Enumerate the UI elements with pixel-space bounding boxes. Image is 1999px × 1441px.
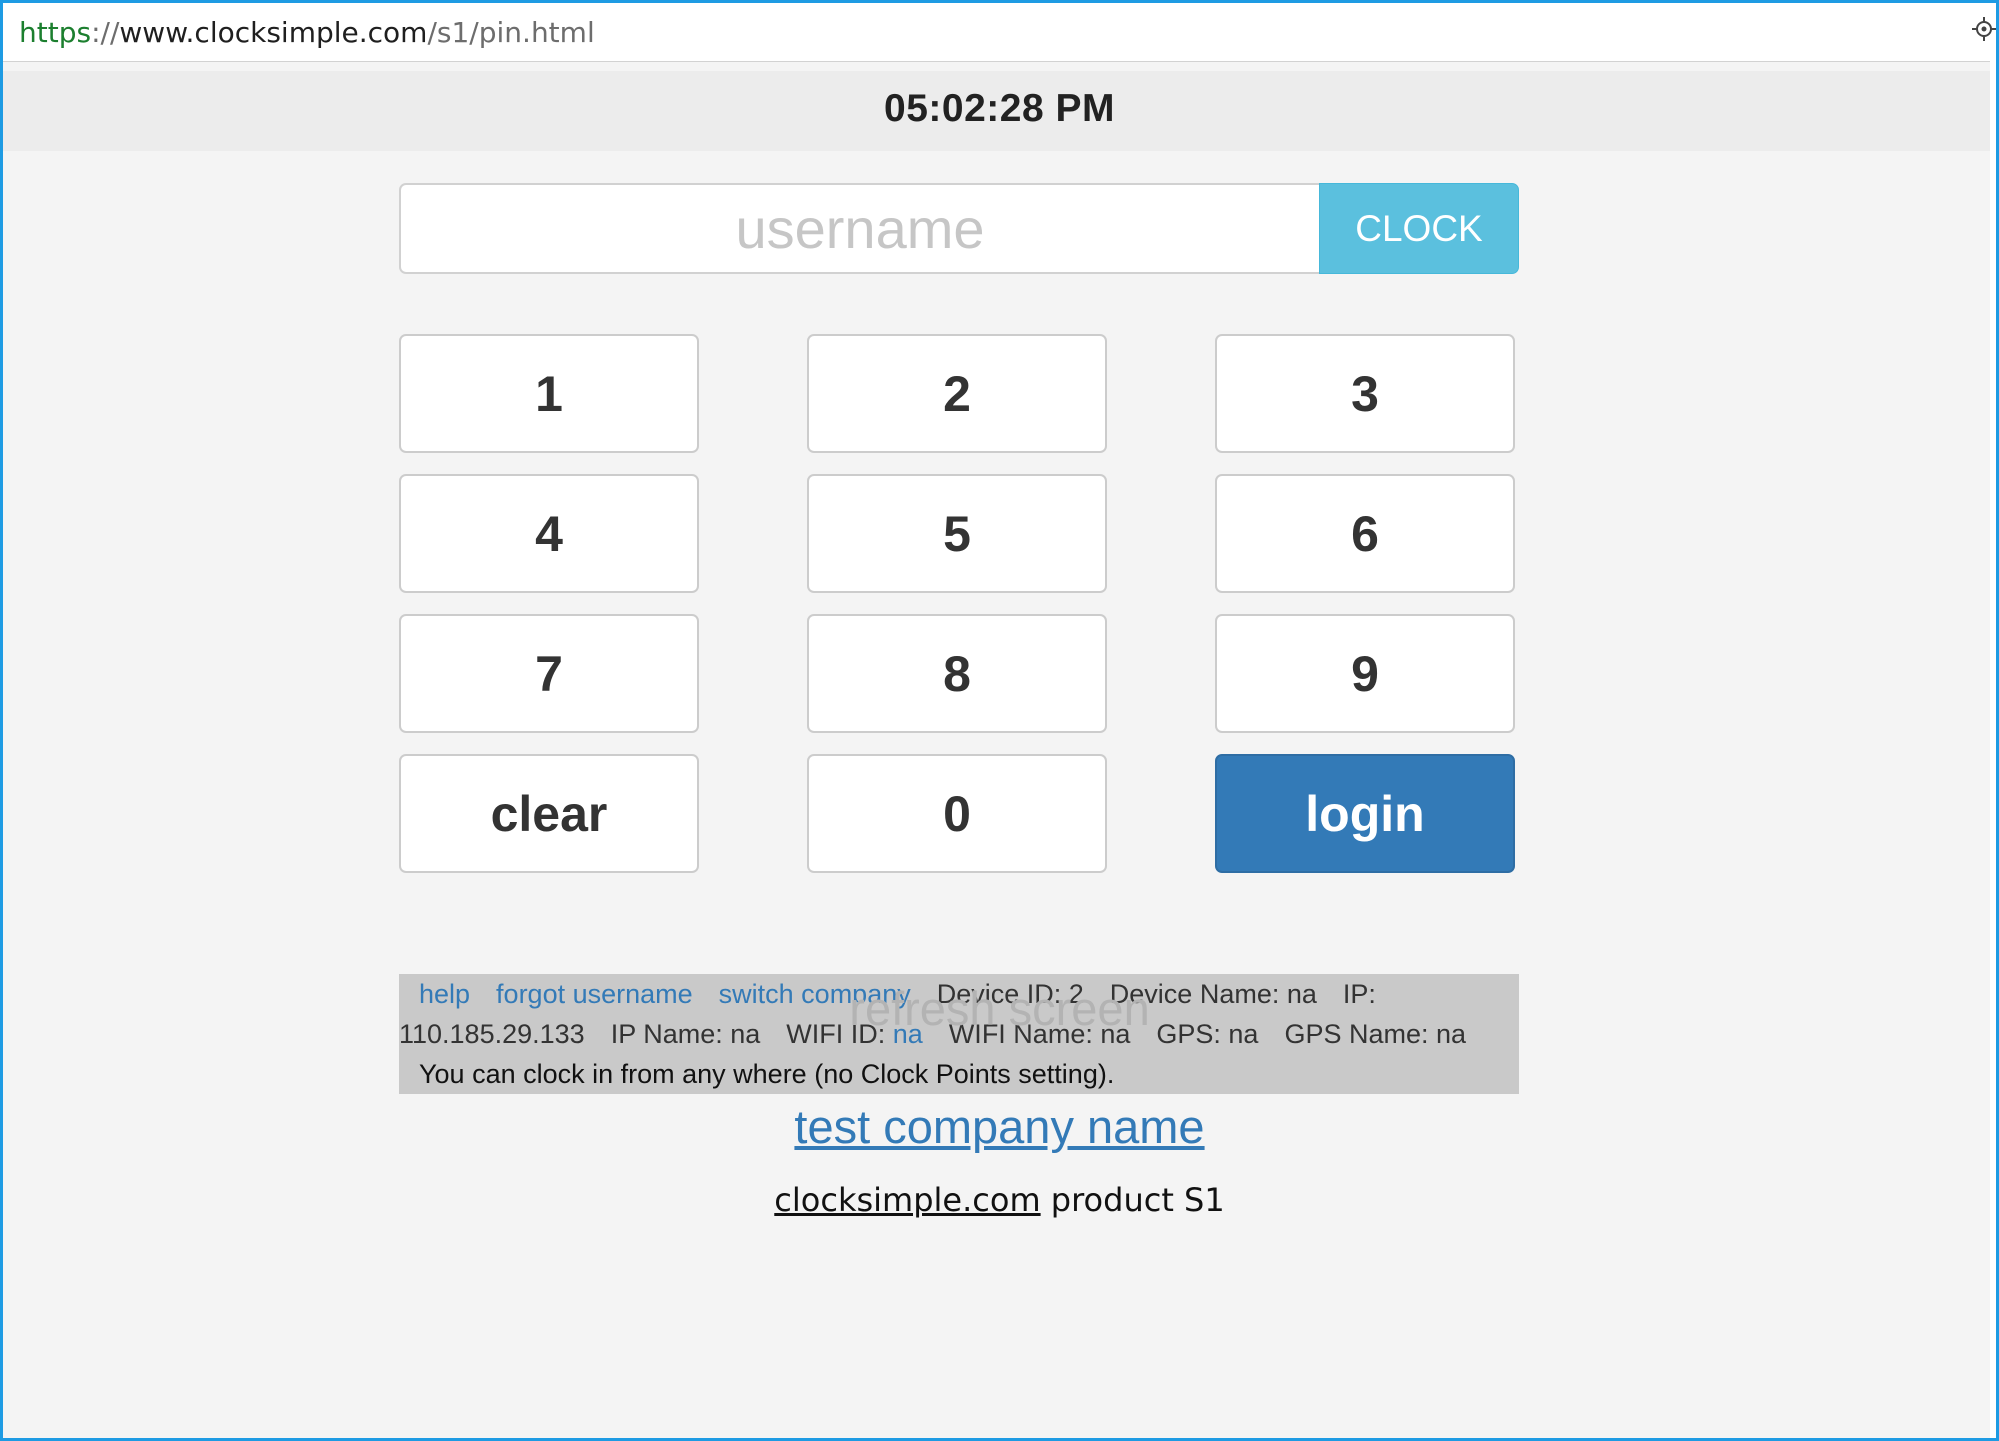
username-row: CLOCK <box>399 183 1519 274</box>
clock-points-note: You can clock in from any where (no Cloc… <box>419 1059 1115 1089</box>
username-input[interactable] <box>399 183 1319 274</box>
clear-button[interactable]: clear <box>399 754 699 873</box>
url-scheme: https <box>19 16 92 49</box>
url-path: /s1/pin.html <box>427 16 595 49</box>
refresh-screen-link[interactable]: refresh screen <box>3 981 1996 1036</box>
key-6[interactable]: 6 <box>1215 474 1515 593</box>
target-icon[interactable] <box>1972 17 1996 41</box>
address-bar[interactable]: https://www.clocksimple.com/s1/pin.html <box>3 3 1996 62</box>
product-suffix: product S1 <box>1040 1181 1225 1219</box>
key-4[interactable]: 4 <box>399 474 699 593</box>
url-separator: :// <box>91 16 120 49</box>
url-host: www.clocksimple.com <box>119 16 428 49</box>
clocksimple-link[interactable]: clocksimple.com <box>774 1181 1040 1219</box>
key-5[interactable]: 5 <box>807 474 1107 593</box>
key-3[interactable]: 3 <box>1215 334 1515 453</box>
product-line: clocksimple.com product S1 <box>3 1181 1996 1219</box>
key-0[interactable]: 0 <box>807 754 1107 873</box>
login-panel: CLOCK 1 2 3 4 5 6 7 8 9 clear 0 login he… <box>399 183 1519 1094</box>
browser-window: https://www.clocksimple.com/s1/pin.html … <box>0 0 1999 1441</box>
key-1[interactable]: 1 <box>399 334 699 453</box>
clock-button[interactable]: CLOCK <box>1319 183 1519 274</box>
clock-header: 05:02:28 PM <box>3 71 1996 151</box>
url-text[interactable]: https://www.clocksimple.com/s1/pin.html <box>19 16 595 49</box>
key-8[interactable]: 8 <box>807 614 1107 733</box>
key-9[interactable]: 9 <box>1215 614 1515 733</box>
key-2[interactable]: 2 <box>807 334 1107 453</box>
company-name-link[interactable]: test company name <box>3 1099 1996 1154</box>
key-7[interactable]: 7 <box>399 614 699 733</box>
current-time: 05:02:28 PM <box>884 87 1115 130</box>
scrollbar[interactable] <box>1990 61 1996 1438</box>
login-button[interactable]: login <box>1215 754 1515 873</box>
